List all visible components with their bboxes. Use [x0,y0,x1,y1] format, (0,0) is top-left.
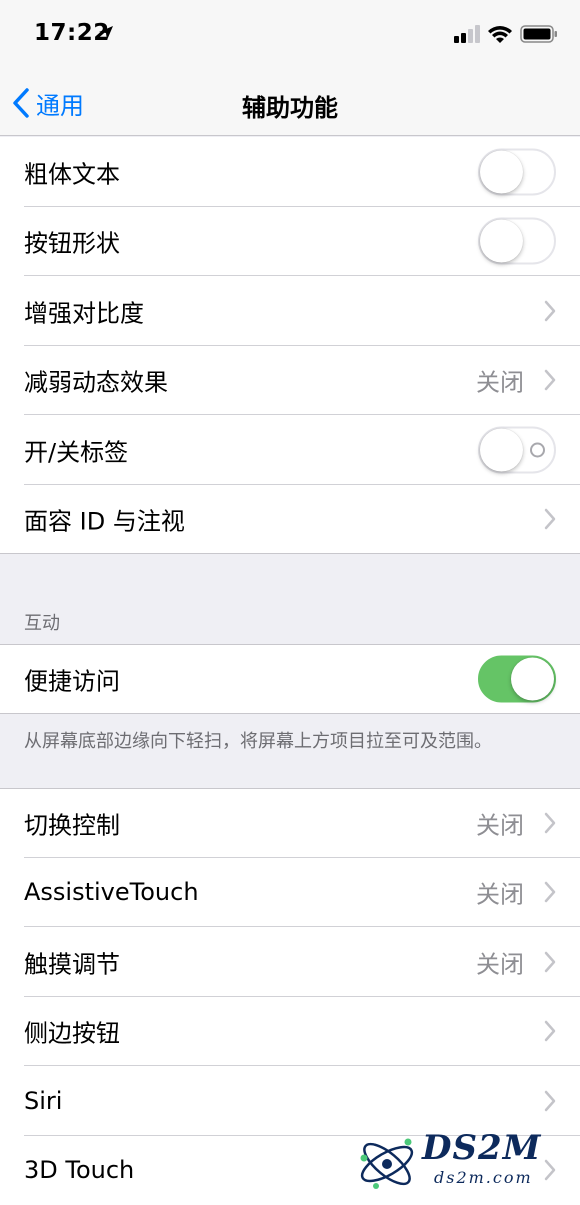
chevron-right-icon [544,1090,556,1112]
bold-text-toggle[interactable] [478,148,556,195]
row-label: 减弱动态效果 [24,363,168,398]
row-value: 关闭 [476,875,524,910]
section-footer-reachability: 从屏幕底部边缘向下轻扫，将屏幕上方项目拉至可及范围。 [24,727,492,753]
row-on-off-labels[interactable]: 开/关标签 [0,415,580,485]
row-side-button[interactable]: 侧边按钮 [0,997,580,1067]
chevron-right-icon [544,300,556,322]
chevron-right-icon [544,1020,556,1042]
on-off-labels-toggle[interactable] [478,426,556,473]
row-label: 按钮形状 [24,224,120,259]
row-label: 增强对比度 [24,293,144,328]
row-label: 侧边按钮 [24,1014,120,1049]
chevron-right-icon [544,369,556,391]
interaction-group: 便捷访问 [0,644,580,714]
chevron-right-icon [544,951,556,973]
display-settings-group: 粗体文本 按钮形状 增强对比度 减弱动态效果 关闭 开/关标签 面容 ID 与注… [0,137,580,554]
navigation-bar: 通用 辅助功能 [0,68,580,136]
battery-icon [520,25,558,47]
row-increase-contrast[interactable]: 增强对比度 [0,276,580,346]
row-label: 开/关标签 [24,432,128,467]
row-label: 3D Touch [24,1156,134,1184]
page-title: 辅助功能 [0,88,580,123]
chevron-right-icon [544,812,556,834]
row-label: AssistiveTouch [24,878,199,906]
row-switch-control[interactable]: 切换控制 关闭 [0,788,580,858]
location-arrow-icon [98,25,114,45]
watermark-site: ds2m.com [434,1168,533,1187]
row-value: 关闭 [476,363,524,398]
button-shapes-toggle[interactable] [478,218,556,265]
signal-icon [454,25,482,47]
row-label: Siri [24,1087,62,1115]
row-value: 关闭 [476,805,524,840]
section-header-interaction: 互动 [24,609,60,635]
row-label: 切换控制 [24,805,120,840]
row-button-shapes[interactable]: 按钮形状 [0,207,580,277]
row-label: 面容 ID 与注视 [24,502,185,537]
atom-logo-icon [352,1128,422,1196]
wifi-icon [487,24,513,48]
row-value: 关闭 [476,944,524,979]
row-reduce-motion[interactable]: 减弱动态效果 关闭 [0,346,580,416]
row-assistive-touch[interactable]: AssistiveTouch 关闭 [0,858,580,928]
chevron-right-icon [544,881,556,903]
reachability-toggle[interactable] [478,655,556,702]
row-label: 粗体文本 [24,154,120,189]
watermark-brand: DS2M [422,1128,541,1168]
row-touch-accommodations[interactable]: 触摸调节 关闭 [0,927,580,997]
row-bold-text[interactable]: 粗体文本 [0,137,580,207]
row-label: 便捷访问 [24,661,120,696]
row-face-id-attention[interactable]: 面容 ID 与注视 [0,485,580,555]
row-reachability[interactable]: 便捷访问 [0,644,580,714]
row-siri[interactable]: Siri [0,1066,580,1136]
watermark-logo: DS2M ds2m.com [352,1128,580,1196]
off-indicator-icon [530,442,545,457]
status-bar: 17:22 [0,0,580,68]
row-label: 触摸调节 [24,944,120,979]
chevron-right-icon [544,508,556,530]
